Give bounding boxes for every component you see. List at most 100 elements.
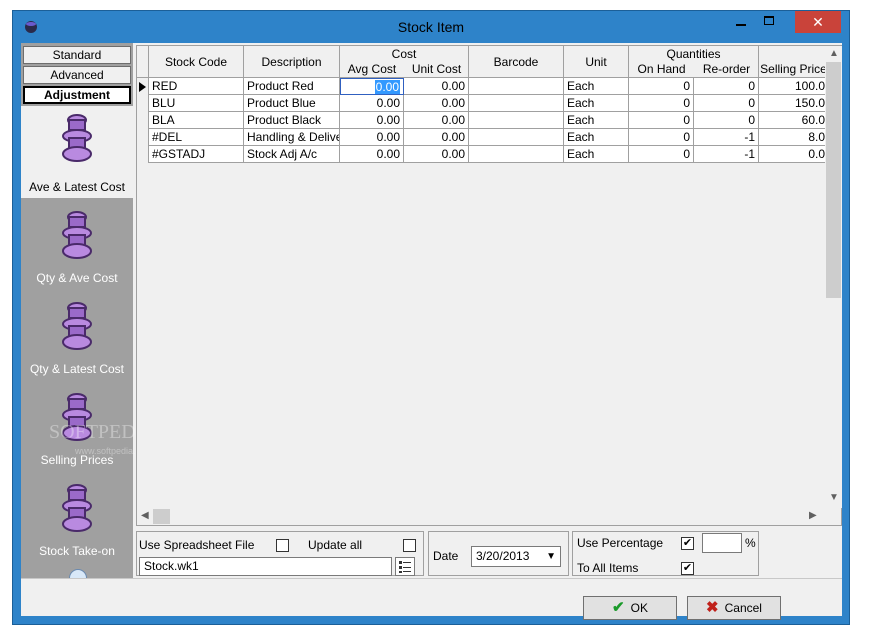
- close-icon: ✖: [706, 599, 719, 616]
- cancel-button[interactable]: ✖ Cancel: [687, 596, 781, 620]
- percent-sign: %: [745, 536, 756, 550]
- sidebar-item-qty-ave-cost[interactable]: Qty & Ave Cost: [21, 203, 133, 293]
- cell-description[interactable]: Product Blue: [244, 95, 340, 112]
- vertical-scrollbar[interactable]: ▲ ▼: [825, 46, 842, 508]
- close-button[interactable]: ✕: [795, 11, 841, 33]
- horizontal-scrollbar[interactable]: ◀ ▶: [137, 508, 825, 525]
- cell-selling-price[interactable]: 60.0: [759, 112, 825, 129]
- spreadsheet-file-input[interactable]: Stock.wk1: [139, 557, 392, 576]
- cell-unit-cost[interactable]: 0.00: [404, 95, 469, 112]
- vertical-scroll-thumb[interactable]: [826, 62, 841, 298]
- scroll-up-icon[interactable]: ▲: [829, 48, 839, 59]
- use-percentage-checkbox[interactable]: ✔: [681, 537, 694, 550]
- cell-selling-price[interactable]: 100.0: [759, 78, 825, 95]
- cell-unit-cost[interactable]: 0.00: [404, 112, 469, 129]
- cell-unit-cost[interactable]: 0.00: [404, 146, 469, 163]
- stock-item-window: Stock Item ✕ Standard Advanced Adjustmen…: [12, 10, 850, 625]
- maximize-button[interactable]: [755, 11, 783, 33]
- header-unit-cost: Unit Cost: [411, 62, 462, 76]
- browse-file-button[interactable]: [395, 557, 415, 576]
- cell-unit-cost[interactable]: 0.00: [404, 129, 469, 146]
- scroll-down-icon[interactable]: ▼: [829, 492, 839, 503]
- advanced-mode-button[interactable]: Advanced: [23, 66, 131, 84]
- minimize-button[interactable]: [727, 11, 755, 33]
- window-title: Stock Item: [397, 19, 465, 35]
- cell-on-hand[interactable]: 0: [629, 146, 694, 163]
- cell-description[interactable]: Product Black: [244, 112, 340, 129]
- update-all-label: Update all: [308, 538, 363, 552]
- cell-reorder[interactable]: -1: [694, 129, 759, 146]
- cell-barcode[interactable]: [469, 95, 564, 112]
- minimize-icon: [736, 24, 746, 26]
- to-all-items-checkbox[interactable]: ✔: [681, 562, 694, 575]
- cell-reorder[interactable]: 0: [694, 112, 759, 129]
- cell-stock-code[interactable]: #GSTADJ: [149, 146, 244, 163]
- cell-unit[interactable]: Each: [564, 129, 629, 146]
- header-selling-price[interactable]: Selling Price: [759, 46, 825, 78]
- cell-reorder[interactable]: 0: [694, 95, 759, 112]
- chevron-down-icon[interactable]: ▼: [546, 549, 556, 564]
- header-stock-code[interactable]: Stock Code: [149, 46, 244, 78]
- cell-unit[interactable]: Each: [564, 146, 629, 163]
- update-all-checkbox[interactable]: [403, 539, 416, 552]
- scroll-left-icon[interactable]: ◀: [141, 510, 149, 521]
- title-bar[interactable]: Stock Item ✕: [13, 11, 849, 43]
- cell-avg-cost[interactable]: 0.00: [340, 146, 404, 163]
- date-picker[interactable]: 3/20/2013 ▼: [471, 546, 561, 567]
- cell-avg-cost[interactable]: 0.00: [340, 95, 404, 112]
- header-barcode[interactable]: Barcode: [469, 46, 564, 78]
- cell-on-hand[interactable]: 0: [629, 112, 694, 129]
- cell-barcode[interactable]: [469, 146, 564, 163]
- cell-avg-cost[interactable]: 0.00: [340, 129, 404, 146]
- cell-description[interactable]: Product Red: [244, 78, 340, 95]
- header-group-label: Cost: [391, 47, 417, 61]
- cell-reorder[interactable]: 0: [694, 78, 759, 95]
- cell-selling-price[interactable]: 0.0: [759, 146, 825, 163]
- to-all-items-label: To All Items: [577, 561, 639, 575]
- cell-on-hand[interactable]: 0: [629, 95, 694, 112]
- header-quantities[interactable]: Quantities On Hand Re-order: [629, 46, 759, 78]
- cell-description[interactable]: Handling & Delivery: [244, 129, 340, 146]
- cell-barcode[interactable]: [469, 78, 564, 95]
- cell-description[interactable]: Stock Adj A/c: [244, 146, 340, 163]
- cell-barcode[interactable]: [469, 112, 564, 129]
- header-group-label: Quantities: [666, 47, 721, 61]
- cell-selling-price[interactable]: 150.0: [759, 95, 825, 112]
- cell-stock-code[interactable]: BLA: [149, 112, 244, 129]
- ok-button[interactable]: ✔ OK: [583, 596, 677, 620]
- cell-on-hand[interactable]: 0: [629, 129, 694, 146]
- cell-stock-code[interactable]: #DEL: [149, 129, 244, 146]
- use-spreadsheet-checkbox[interactable]: [276, 539, 289, 552]
- ok-label: OK: [630, 601, 648, 615]
- cell-avg-cost[interactable]: 0.00: [340, 78, 404, 95]
- cell-avg-cost[interactable]: 0.00: [340, 112, 404, 129]
- standard-mode-button[interactable]: Standard: [23, 46, 131, 64]
- cell-on-hand[interactable]: 0: [629, 78, 694, 95]
- cell-unit-cost[interactable]: 0.00: [404, 78, 469, 95]
- sidebar-item-qty-latest-cost[interactable]: Qty & Latest Cost: [21, 294, 133, 384]
- cell-selling-price[interactable]: 8.0: [759, 129, 825, 146]
- cell-unit[interactable]: Each: [564, 112, 629, 129]
- cell-reorder[interactable]: -1: [694, 146, 759, 163]
- adjustment-mode-button[interactable]: Adjustment: [23, 86, 131, 104]
- stack-icon: [62, 484, 92, 532]
- sidebar-item-ave-latest-cost[interactable]: Ave & Latest Cost: [21, 106, 133, 198]
- scroll-right-icon[interactable]: ▶: [809, 510, 817, 521]
- header-cost[interactable]: Cost Avg Cost Unit Cost: [340, 46, 469, 78]
- header-label: Stock Code: [164, 55, 228, 69]
- horizontal-scroll-thumb[interactable]: [153, 509, 170, 524]
- cell-stock-code[interactable]: BLU: [149, 95, 244, 112]
- sidebar-item-stock-take-on[interactable]: Stock Take-on: [21, 476, 133, 566]
- cell-unit[interactable]: Each: [564, 78, 629, 95]
- spreadsheet-panel: Use Spreadsheet File Update all Stock.wk…: [136, 531, 424, 576]
- cell-stock-code[interactable]: RED: [149, 78, 244, 95]
- sidebar-item-label: Qty & Ave Cost: [36, 271, 118, 285]
- header-unit[interactable]: Unit: [564, 46, 629, 78]
- dialog-footer: ✔ OK ✖ Cancel: [21, 578, 842, 620]
- cell-barcode[interactable]: [469, 129, 564, 146]
- cancel-label: Cancel: [724, 601, 762, 615]
- header-description[interactable]: Description: [244, 46, 340, 78]
- percentage-input[interactable]: [702, 533, 742, 553]
- cell-unit[interactable]: Each: [564, 95, 629, 112]
- sidebar: Standard Advanced Adjustment Ave & Lates…: [21, 43, 133, 578]
